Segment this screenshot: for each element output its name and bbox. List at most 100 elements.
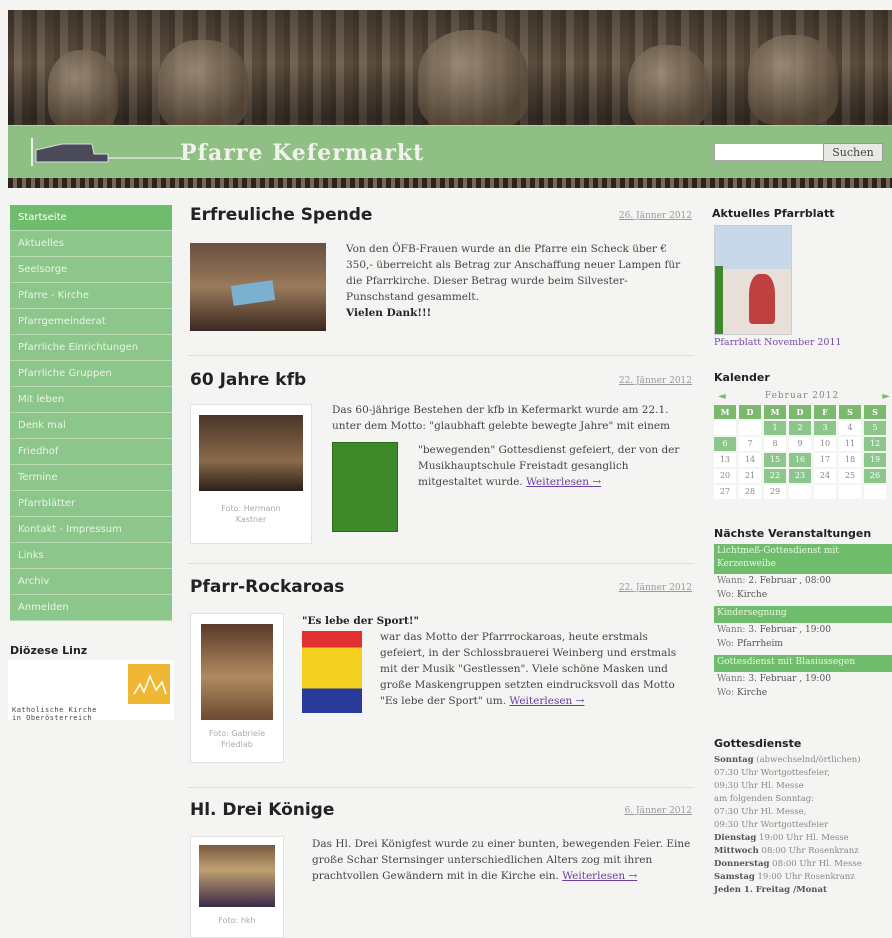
photo-caption: Foto: hkh (218, 916, 256, 925)
site-title[interactable]: Pfarre Kefermarkt (180, 140, 424, 166)
calendar-day[interactable]: 16 (789, 453, 811, 467)
calendar-day[interactable]: 25 (839, 469, 861, 483)
article-photo[interactable] (199, 415, 303, 491)
event-where: Wo: Kirche (717, 590, 768, 600)
gottesdienst-line: 07:30 Uhr Wortgottesfeier, (714, 768, 830, 778)
nav-item-archiv[interactable]: Archiv (10, 569, 172, 595)
calendar-day[interactable]: 17 (814, 453, 836, 467)
calendar-weekday: F (814, 405, 836, 419)
event-title[interactable]: Lichtmeß-Gottesdienst mit Kerzenweihe (714, 544, 892, 574)
calendar-day[interactable]: 3 (814, 421, 836, 435)
calendar-day[interactable]: 12 (864, 437, 886, 451)
calendar-weekday: M (714, 405, 736, 419)
read-more-link[interactable]: Weiterlesen → (509, 695, 584, 707)
article-title[interactable]: Pfarr-Rockaroas (190, 577, 344, 597)
article-title[interactable]: Hl. Drei Könige (190, 800, 334, 820)
gottesdienst-line: am folgenden Sonntag: (714, 794, 815, 804)
article-date: 6. Jänner 2012 (624, 806, 692, 816)
dioezese-logo-link[interactable]: Katholische Kirche in Oberösterreich (8, 660, 174, 722)
calendar-weekday: D (739, 405, 761, 419)
calendar-day[interactable]: 22 (764, 469, 786, 483)
pfarrblatt-link[interactable]: Pfarrblatt November 2011 (714, 337, 842, 348)
gottesdienst-line: Dienstag 19:00 Uhr Hl. Messe (714, 833, 849, 843)
calendar-day[interactable]: 7 (739, 437, 761, 451)
calendar-day[interactable]: 11 (839, 437, 861, 451)
calendar-day[interactable]: 28 (739, 485, 761, 499)
gottesdienst-line: 07:30 Uhr Hl. Messe, (714, 807, 807, 817)
read-more-link[interactable]: Weiterlesen → (562, 870, 637, 882)
article-title[interactable]: 60 Jahre kfb (190, 370, 306, 390)
calendar-day (839, 485, 861, 499)
nav-item-einrichtungen[interactable]: Pfarrliche Einrichtungen (10, 335, 172, 361)
read-more-link[interactable]: Weiterlesen → (526, 476, 601, 488)
calendar-day[interactable]: 18 (839, 453, 861, 467)
event-when: Wann: 2. Februar , 08:00 (717, 576, 831, 586)
pfarrblatt-cover-image[interactable] (714, 225, 792, 335)
calendar-month: Februar 2012 (764, 391, 840, 401)
event-when: Wann: 3. Februar , 19:00 (717, 625, 831, 635)
calendar-day[interactable]: 20 (714, 469, 736, 483)
calendar-weekday: S (864, 405, 886, 419)
article-hl-drei-koenige: Hl. Drei Könige 6. Jänner 2012 Foto: hkh… (182, 800, 702, 938)
article-photo[interactable] (199, 845, 275, 907)
article-photo[interactable] (201, 624, 273, 720)
nav-item-termine[interactable]: Termine (10, 465, 172, 491)
header-bottom-strip (8, 178, 892, 188)
nav-item-kontakt[interactable]: Kontakt - Impressum (10, 517, 172, 543)
calendar-day[interactable]: 5 (864, 421, 886, 435)
calendar-day[interactable]: 8 (764, 437, 786, 451)
dioezese-logo-icon (128, 664, 170, 704)
nav-item-pfarre-kirche[interactable]: Pfarre - Kirche (10, 283, 172, 309)
calendar-day[interactable]: 13 (714, 453, 736, 467)
calendar-day[interactable]: 1 (764, 421, 786, 435)
nav-item-aktuelles[interactable]: Aktuelles (10, 231, 172, 257)
nav-item-pfarrblaetter[interactable]: Pfarrblätter (10, 491, 172, 517)
event-title[interactable]: Kindersegnung (714, 606, 892, 623)
search-input[interactable] (714, 143, 824, 161)
calendar-day[interactable]: 19 (864, 453, 886, 467)
gottesdienst-line: 09:30 Uhr Wortgottesfeier (714, 820, 829, 830)
kfb-flyer-image[interactable] (332, 442, 398, 532)
calendar-day[interactable]: 6 (714, 437, 736, 451)
nav-item-friedhof[interactable]: Friedhof (10, 439, 172, 465)
gottesdienst-line: Samstag 19:00 Uhr Rosenkranz (714, 872, 855, 882)
article-quote: "Es lebe der Sport!" (302, 615, 419, 627)
nav-item-denk-mal[interactable]: Denk mal (10, 413, 172, 439)
article-date: 22. Jänner 2012 (618, 583, 692, 593)
article-erfreuliche-spende: Erfreuliche Spende 26. Jänner 2012 Von d… (182, 205, 702, 345)
calendar-day[interactable]: 2 (789, 421, 811, 435)
header-banner: Pfarre Kefermarkt Suchen (8, 10, 892, 188)
statue-image (48, 50, 118, 130)
calendar-day[interactable]: 9 (789, 437, 811, 451)
calendar-day[interactable]: 29 (764, 485, 786, 499)
event-title[interactable]: Gottesdienst mit Blasiussegen (714, 655, 892, 672)
nav-item-mit-leben[interactable]: Mit leben (10, 387, 172, 413)
nav-item-links[interactable]: Links (10, 543, 172, 569)
nav-item-pfarrgemeinderat[interactable]: Pfarrgemeinderat (10, 309, 172, 335)
rockaroas-poster-image[interactable] (302, 631, 362, 713)
calendar-weekday: M (764, 405, 786, 419)
calendar-day[interactable]: 23 (789, 469, 811, 483)
statue-image (748, 35, 838, 125)
calendar-day[interactable]: 14 (739, 453, 761, 467)
calendar-day[interactable]: 24 (814, 469, 836, 483)
nav-item-anmelden[interactable]: Anmelden (10, 595, 172, 621)
right-column: Aktuelles Pfarrblatt Pfarrblatt November… (712, 207, 892, 895)
calendar-day (864, 485, 886, 499)
nav-item-startseite[interactable]: Startseite (10, 205, 172, 231)
calendar-day[interactable]: 15 (764, 453, 786, 467)
calendar-day[interactable]: 4 (839, 421, 861, 435)
calendar-day[interactable]: 10 (814, 437, 836, 451)
calendar-next-icon[interactable]: ► (882, 391, 890, 402)
calendar-day[interactable]: 26 (864, 469, 886, 483)
calendar-day[interactable]: 27 (714, 485, 736, 499)
article-title[interactable]: Erfreuliche Spende (190, 205, 372, 225)
nav-item-gruppen[interactable]: Pfarrliche Gruppen (10, 361, 172, 387)
divider (188, 787, 693, 788)
church-logo-icon[interactable] (22, 136, 182, 170)
article-photo[interactable] (190, 243, 326, 331)
nav-item-seelsorge[interactable]: Seelsorge (10, 257, 172, 283)
calendar-day[interactable]: 21 (739, 469, 761, 483)
cheque-image (230, 280, 276, 306)
search-button[interactable]: Suchen (823, 143, 883, 162)
